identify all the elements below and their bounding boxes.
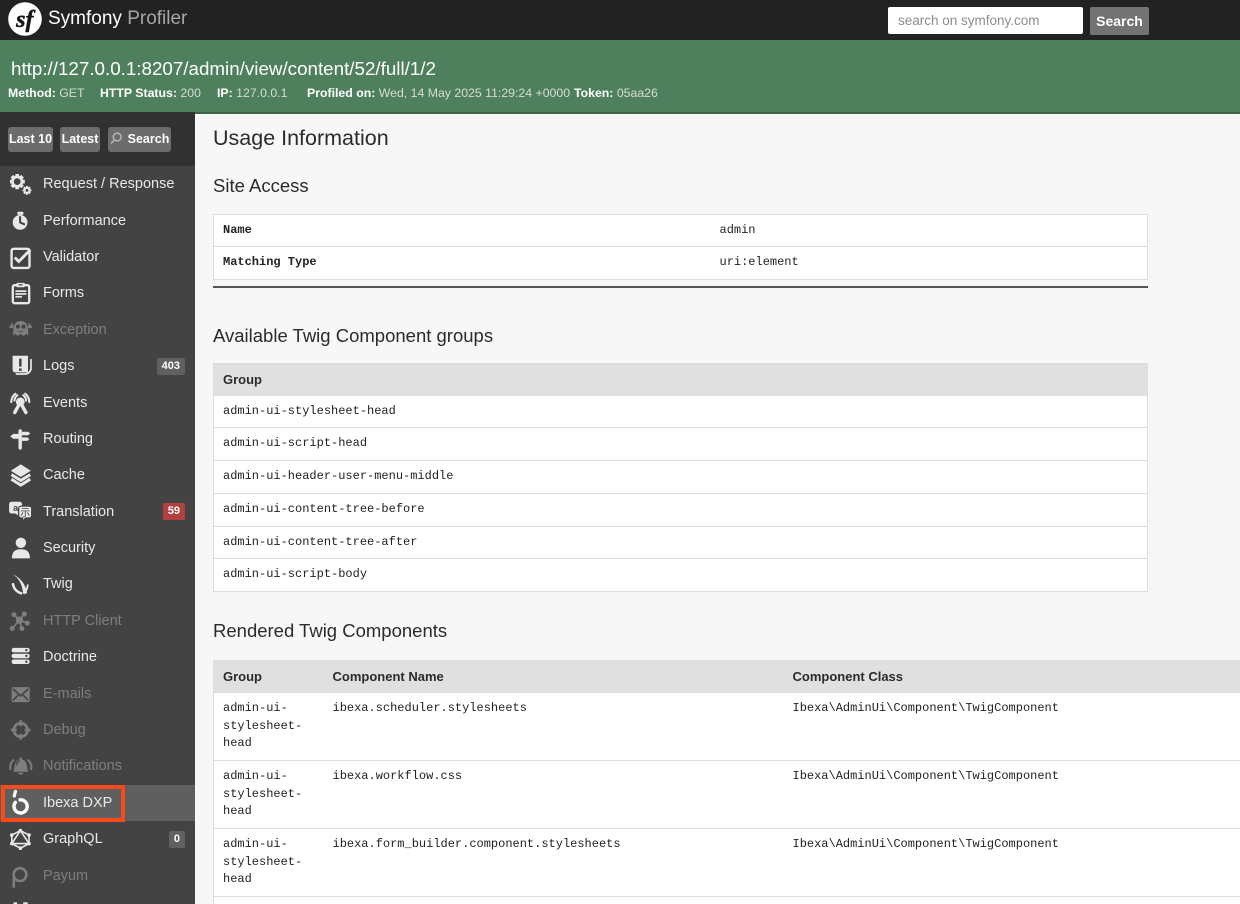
svg-text:sf: sf — [15, 7, 35, 33]
svg-text:示: 示 — [20, 508, 30, 519]
